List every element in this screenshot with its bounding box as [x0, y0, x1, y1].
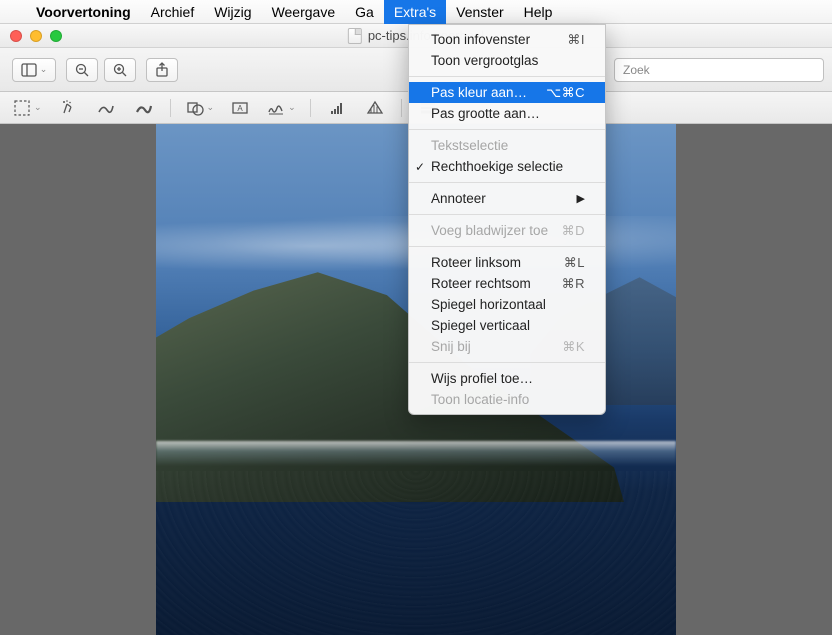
menu-item[interactable]: Roteer rechtsom ⌘R	[409, 273, 605, 294]
app-name[interactable]: Voorvertoning	[26, 4, 141, 20]
menu-item-label: Toon locatie-info	[431, 392, 529, 407]
share-button[interactable]	[146, 58, 178, 82]
menu-item[interactable]: Roteer linksom ⌘L	[409, 252, 605, 273]
sketch-tool-button[interactable]	[94, 97, 118, 119]
menu-item-label: Pas kleur aan…	[431, 85, 527, 100]
menu-separator	[409, 76, 605, 77]
menu-item[interactable]: Wijs profiel toe…	[409, 368, 605, 389]
menu-item[interactable]: Toon vergrootglas	[409, 50, 605, 71]
menu-item[interactable]: Pas grootte aan…	[409, 103, 605, 124]
adjust-color-button[interactable]	[325, 97, 349, 119]
instant-alpha-button[interactable]	[56, 97, 80, 119]
menu-item: Voeg bladwijzer toe ⌘D	[409, 220, 605, 241]
menu-separator	[409, 129, 605, 130]
menu-separator	[409, 362, 605, 363]
menu-extras[interactable]: Extra's	[384, 0, 446, 24]
menu-shortcut: ⌘D	[562, 223, 585, 239]
traffic-lights	[0, 30, 72, 42]
menu-item[interactable]: Pas kleur aan… ⌥⌘C	[409, 82, 605, 103]
zoom-out-button[interactable]	[66, 58, 98, 82]
menu-item-label: Roteer linksom	[431, 255, 521, 270]
menu-item-label: Snij bij	[431, 339, 471, 354]
svg-text:A: A	[237, 104, 243, 113]
menu-shortcut: ⌥⌘C	[546, 85, 585, 101]
sign-button[interactable]: ⌄	[266, 97, 296, 119]
menu-item[interactable]: Annoteer ▶	[409, 188, 605, 209]
adjust-size-button[interactable]	[363, 97, 387, 119]
menu-item: Snij bij ⌘K	[409, 336, 605, 357]
system-menubar: Voorvertoning Archief Wijzig Weergave Ga…	[0, 0, 832, 24]
menu-help[interactable]: Help	[514, 0, 563, 24]
toolbar-separator	[401, 99, 402, 117]
menu-separator	[409, 246, 605, 247]
menu-item-label: Voeg bladwijzer toe	[431, 223, 548, 238]
menu-shortcut: ⌘K	[562, 339, 585, 355]
menu-item-label: Spiegel horizontaal	[431, 297, 546, 312]
menu-ga[interactable]: Ga	[345, 0, 384, 24]
menu-weergave[interactable]: Weergave	[262, 0, 346, 24]
menu-item: Toon locatie-info	[409, 389, 605, 410]
search-input[interactable]: Zoek	[614, 58, 824, 82]
menu-item[interactable]: Spiegel verticaal	[409, 315, 605, 336]
extras-dropdown: Toon infovenster ⌘I Toon vergrootglas Pas k…	[408, 24, 606, 415]
menu-item-label: Wijs profiel toe…	[431, 371, 533, 386]
menu-item-label: Tekstselectie	[431, 138, 508, 153]
zoom-button[interactable]	[50, 30, 62, 42]
menu-item[interactable]: ✓ Rechthoekige selectie	[409, 156, 605, 177]
menu-item-label: Pas grootte aan…	[431, 106, 540, 121]
menu-shortcut: ⌘I	[567, 32, 585, 48]
menu-item: Tekstselectie	[409, 135, 605, 156]
menu-item-label: Toon vergrootglas	[431, 53, 538, 68]
toolbar-separator	[170, 99, 171, 117]
search-placeholder: Zoek	[623, 63, 650, 77]
selection-tool-button[interactable]: ⌄	[12, 97, 42, 119]
menu-item-label: Toon infovenster	[431, 32, 530, 47]
menu-separator	[409, 182, 605, 183]
close-button[interactable]	[10, 30, 22, 42]
submenu-arrow-icon: ▶	[577, 192, 585, 205]
menu-shortcut: ⌘R	[562, 276, 585, 292]
zoom-in-button[interactable]	[104, 58, 136, 82]
shapes-button[interactable]: ⌄	[185, 97, 215, 119]
menu-item-label: Annoteer	[431, 191, 486, 206]
sidebar-toggle-button[interactable]: ⌄	[12, 58, 56, 82]
menu-item-label: Rechthoekige selectie	[431, 159, 563, 174]
toolbar-separator	[310, 99, 311, 117]
menu-wijzig[interactable]: Wijzig	[204, 0, 261, 24]
menu-item[interactable]: Toon infovenster ⌘I	[409, 29, 605, 50]
draw-tool-button[interactable]	[132, 97, 156, 119]
menu-item-label: Roteer rechtsom	[431, 276, 531, 291]
minimize-button[interactable]	[30, 30, 42, 42]
document-icon	[348, 28, 362, 44]
menu-venster[interactable]: Venster	[446, 0, 513, 24]
checkmark-icon: ✓	[415, 160, 425, 174]
menu-separator	[409, 214, 605, 215]
menu-shortcut: ⌘L	[564, 255, 585, 271]
menu-item[interactable]: Spiegel horizontaal	[409, 294, 605, 315]
text-tool-button[interactable]: A	[228, 97, 252, 119]
menu-item-label: Spiegel verticaal	[431, 318, 530, 333]
menu-archief[interactable]: Archief	[141, 0, 205, 24]
